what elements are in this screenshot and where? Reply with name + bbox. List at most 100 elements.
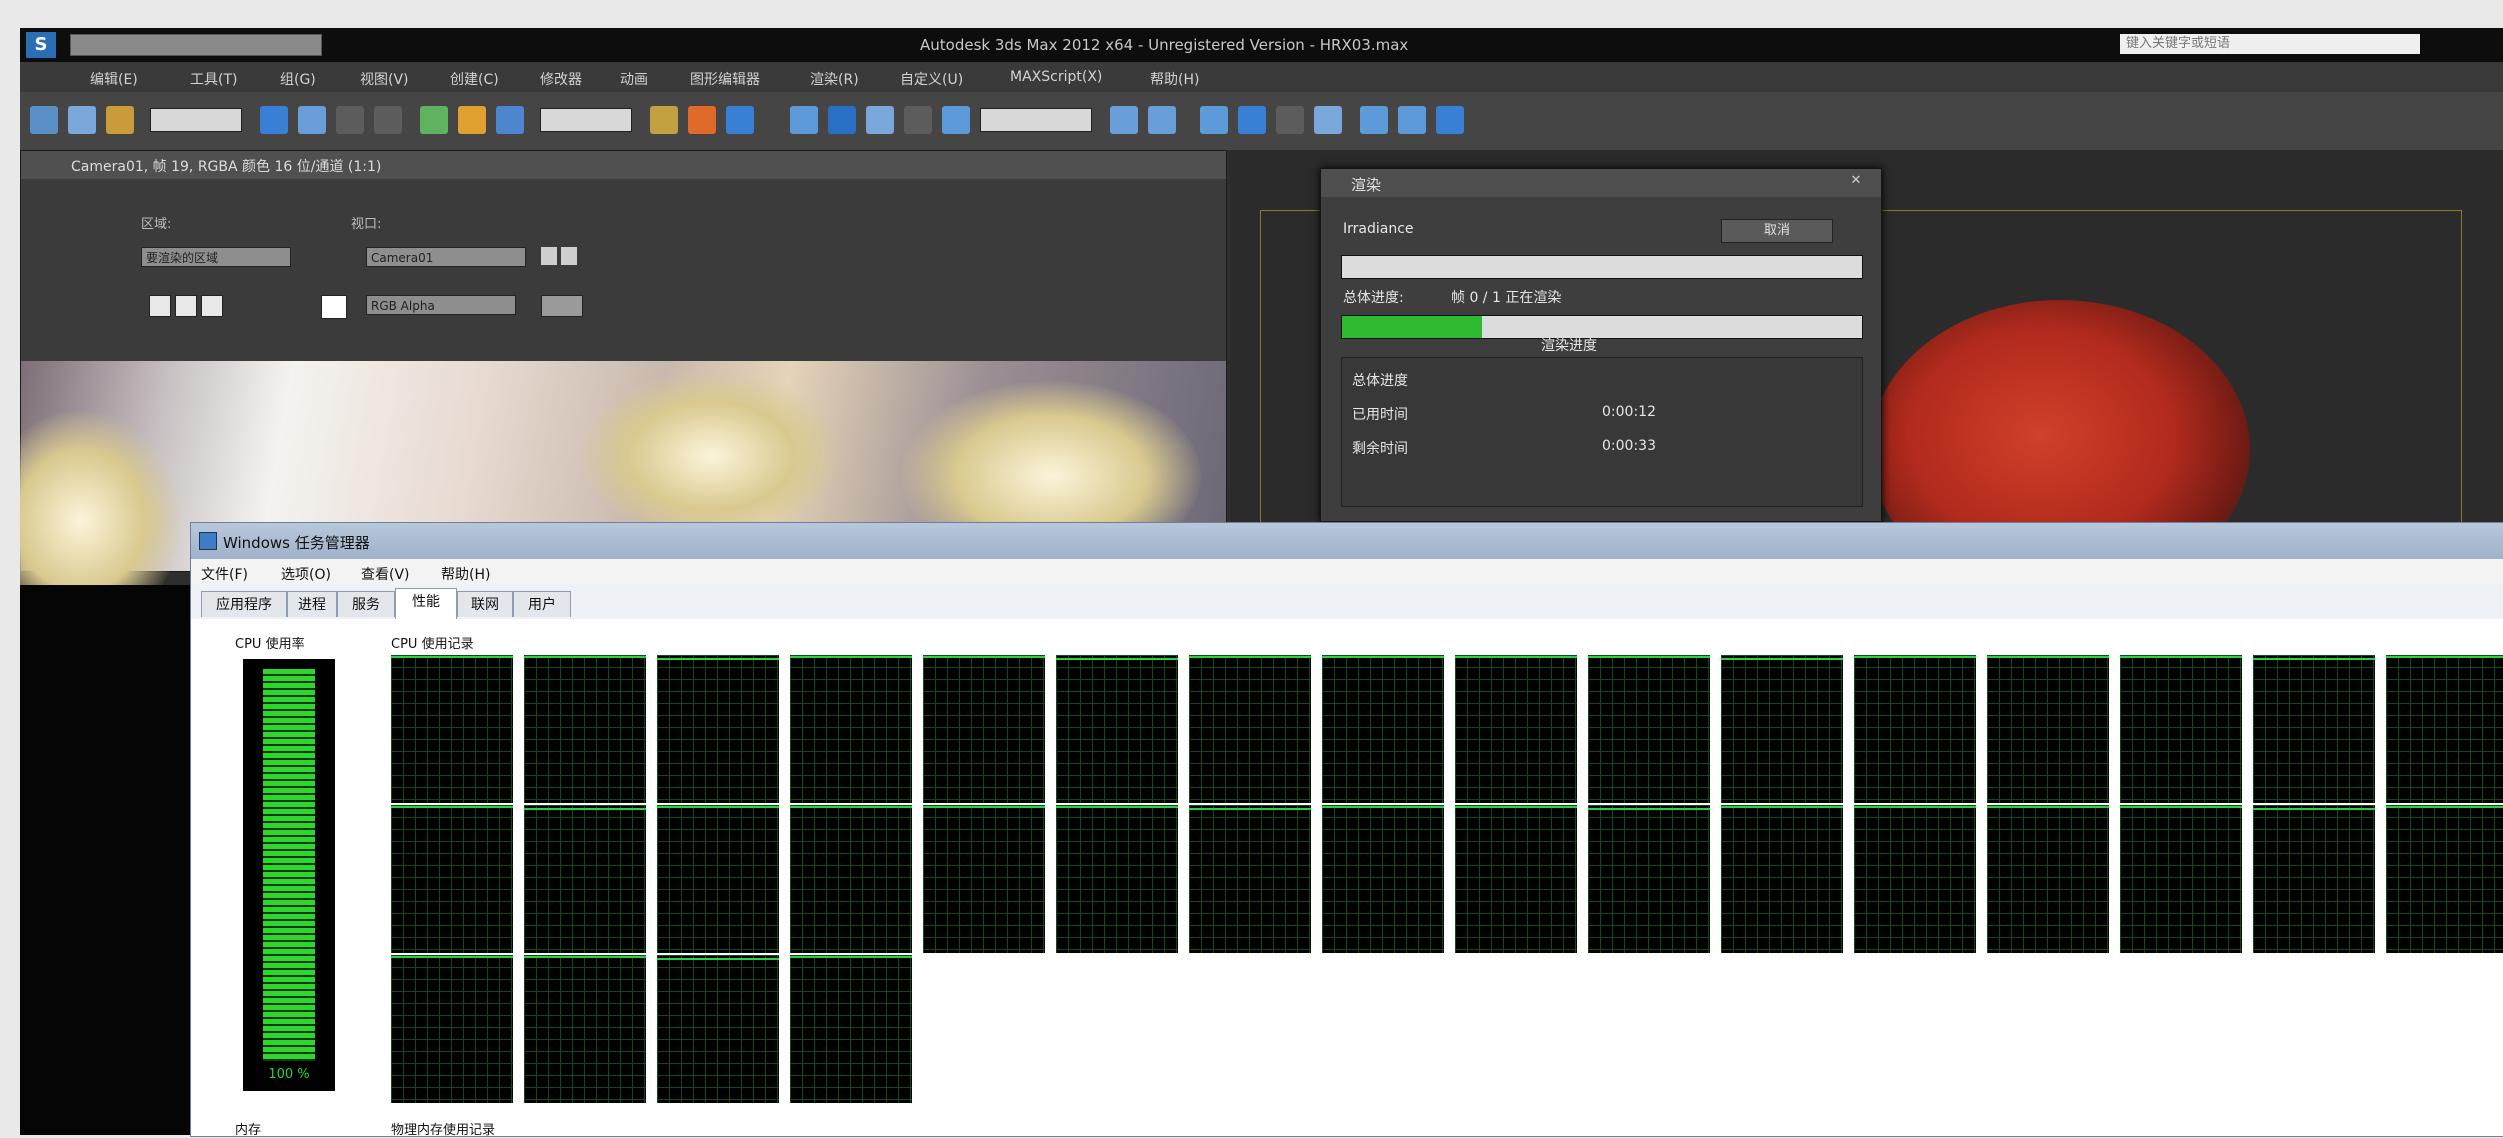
cpu-core-graph xyxy=(1721,655,1843,803)
cpu-core-graph xyxy=(391,805,513,953)
menu-rendering[interactable]: 渲染(R) xyxy=(810,69,859,89)
green-channel-toggle[interactable] xyxy=(175,295,197,317)
menu-tools[interactable]: 工具(T) xyxy=(190,69,237,89)
rendered-frame-window-icon[interactable] xyxy=(1398,106,1426,134)
menu-graph-editors[interactable]: 图形编辑器 xyxy=(690,69,760,89)
tab-processes[interactable]: 进程 xyxy=(287,591,337,617)
cpu-usage-trace xyxy=(1588,656,1710,658)
cpu-core-graph xyxy=(1322,655,1444,803)
cpu-usage-trace xyxy=(657,658,779,660)
menu-views[interactable]: 视图(V) xyxy=(360,69,409,89)
rotate-icon[interactable] xyxy=(458,106,486,134)
schematic-view-icon[interactable] xyxy=(1276,106,1304,134)
material-editor-icon[interactable] xyxy=(1314,106,1342,134)
menu-options[interactable]: 选项(O) xyxy=(281,564,331,584)
clone-frame-icon[interactable] xyxy=(561,247,577,265)
named-selection-icon[interactable] xyxy=(942,106,970,134)
render-production-icon[interactable] xyxy=(1436,106,1464,134)
save-image-icon[interactable] xyxy=(541,247,557,265)
window-title: Autodesk 3ds Max 2012 x64 - Unregistered… xyxy=(920,36,1409,54)
keyboard-shortcut-icon[interactable] xyxy=(726,106,754,134)
move-icon[interactable] xyxy=(420,106,448,134)
menu-modifiers[interactable]: 修改器 xyxy=(540,69,582,89)
menu-edit[interactable]: 编辑(E) xyxy=(90,69,138,89)
cpu-usage-trace xyxy=(2253,658,2375,660)
cpu-usage-trace xyxy=(1322,806,1444,808)
redo-icon[interactable] xyxy=(68,106,96,134)
display-toggle-icon[interactable] xyxy=(541,295,583,317)
curve-editor-icon[interactable] xyxy=(1238,106,1266,134)
pivot-icon[interactable] xyxy=(650,106,678,134)
title-bar: S Autodesk 3ds Max 2012 x64 - Unregister… xyxy=(20,28,2503,62)
tab-networking[interactable]: 联网 xyxy=(457,591,513,617)
menu-help[interactable]: 帮助(H) xyxy=(1150,69,1199,89)
select-object-icon[interactable] xyxy=(260,106,288,134)
menu-customize[interactable]: 自定义(U) xyxy=(900,69,963,89)
area-dropdown[interactable]: 要渲染的区域 xyxy=(141,247,291,267)
app-logo-icon[interactable]: S xyxy=(26,32,56,58)
percent-snap-icon[interactable] xyxy=(866,106,894,134)
menu-file[interactable]: 文件(F) xyxy=(201,564,248,584)
menu-create[interactable]: 创建(C) xyxy=(450,69,499,89)
cpu-usage-trace xyxy=(790,656,912,658)
channel-dropdown[interactable]: RGB Alpha xyxy=(366,295,516,315)
menu-animation[interactable]: 动画 xyxy=(620,69,648,89)
info-row-value: 0:00:12 xyxy=(1602,404,1656,420)
layer-manager-icon[interactable] xyxy=(1200,106,1228,134)
manipulate-icon[interactable] xyxy=(688,106,716,134)
cpu-core-graph xyxy=(1189,805,1311,953)
blue-channel-toggle[interactable] xyxy=(201,295,223,317)
search-input[interactable]: 键入关键字或短语 xyxy=(2120,34,2420,54)
close-icon[interactable]: ✕ xyxy=(1841,173,1871,193)
cpu-core-graph xyxy=(1056,805,1178,953)
rectangular-selection-icon[interactable] xyxy=(336,106,364,134)
cpu-core-graph xyxy=(923,655,1045,803)
cpu-core-graph xyxy=(1189,655,1311,803)
overall-progress-bar xyxy=(1341,315,1863,339)
cpu-core-graph xyxy=(790,955,912,1103)
cpu-core-graph xyxy=(2386,805,2503,953)
status-label: Irradiance xyxy=(1343,221,1414,237)
cpu-core-graph xyxy=(1987,655,2109,803)
angle-snap-icon[interactable] xyxy=(828,106,856,134)
viewport-dropdown[interactable]: Camera01 xyxy=(366,247,526,267)
snaps-toggle-icon[interactable] xyxy=(790,106,818,134)
tab-performance[interactable]: 性能 xyxy=(395,588,457,620)
cpu-core-graph xyxy=(657,955,779,1103)
tab-applications[interactable]: 应用程序 xyxy=(201,591,287,617)
cpu-core-graph xyxy=(1455,655,1577,803)
undo-icon[interactable] xyxy=(30,106,58,134)
named-selection-sets-dropdown[interactable] xyxy=(980,108,1092,132)
cpu-usage-trace xyxy=(923,806,1045,808)
rendered-frame-window: Camera01, 帧 19, RGBA 颜色 16 位/通道 (1:1) 区域… xyxy=(20,150,1227,631)
tab-services[interactable]: 服务 xyxy=(337,591,395,617)
tab-users[interactable]: 用户 xyxy=(513,591,571,617)
select-by-name-icon[interactable] xyxy=(298,106,326,134)
menu-help[interactable]: 帮助(H) xyxy=(441,564,490,584)
quick-access-toolbar[interactable] xyxy=(70,34,322,56)
menu-group[interactable]: 组(G) xyxy=(280,69,316,89)
render-frame-title: Camera01, 帧 19, RGBA 颜色 16 位/通道 (1:1) xyxy=(71,159,382,175)
render-setup-icon[interactable] xyxy=(1360,106,1388,134)
mirror-icon[interactable] xyxy=(1110,106,1138,134)
cancel-button[interactable]: 取消 xyxy=(1721,219,1833,243)
main-toolbar xyxy=(20,92,2503,150)
red-channel-toggle[interactable] xyxy=(149,295,171,317)
window-crossing-icon[interactable] xyxy=(374,106,402,134)
background-color-swatch[interactable] xyxy=(321,295,347,319)
info-row-value: 0:00:33 xyxy=(1602,438,1656,454)
cpu-usage-trace xyxy=(790,806,912,808)
menu-view[interactable]: 查看(V) xyxy=(361,564,410,584)
scale-icon[interactable] xyxy=(496,106,524,134)
render-frame-titlebar: Camera01, 帧 19, RGBA 颜色 16 位/通道 (1:1) xyxy=(21,151,1226,179)
menu-maxscript[interactable]: MAXScript(X) xyxy=(1010,69,1102,85)
spinner-snap-icon[interactable] xyxy=(904,106,932,134)
selection-filter-dropdown[interactable] xyxy=(150,108,242,132)
task-manager-tabs: 应用程序 进程 服务 性能 联网 用户 xyxy=(191,585,2503,620)
cpu-usage-label: CPU 使用率 xyxy=(235,637,305,652)
reference-coordinate-dropdown[interactable] xyxy=(540,108,632,132)
align-icon[interactable] xyxy=(1148,106,1176,134)
link-icon[interactable] xyxy=(106,106,134,134)
cpu-usage-trace xyxy=(1189,656,1311,658)
cpu-usage-trace xyxy=(1987,656,2109,658)
